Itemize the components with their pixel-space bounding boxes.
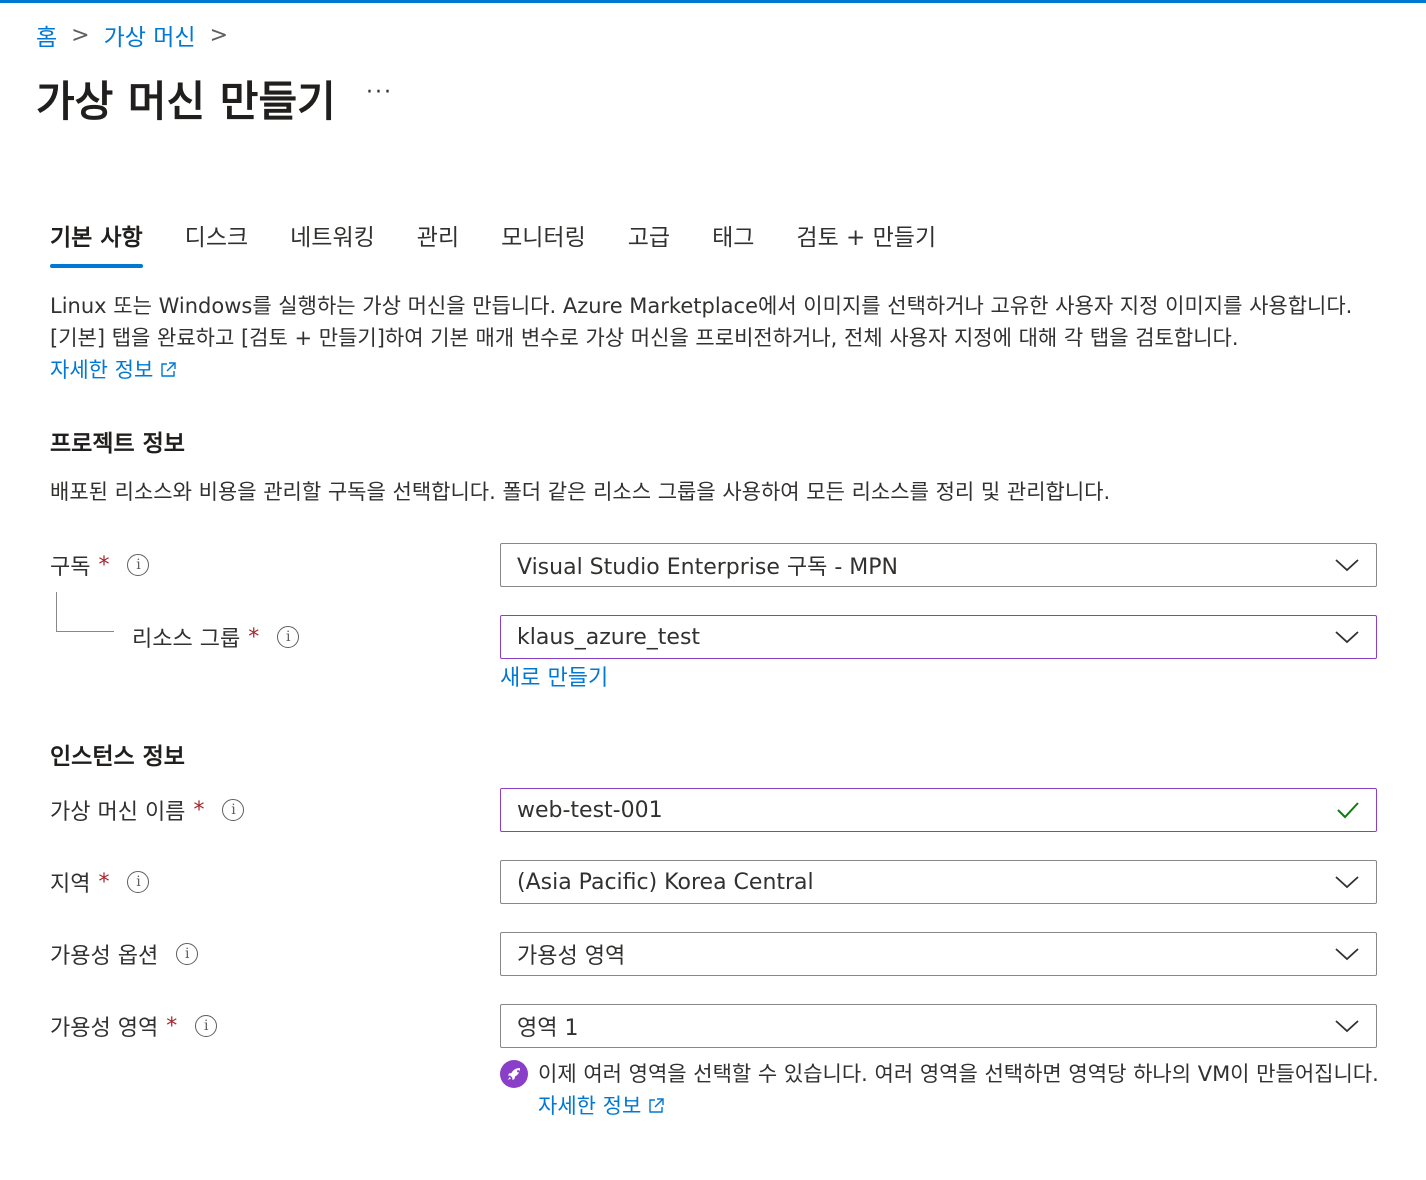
more-options-button[interactable]: ···	[366, 80, 393, 105]
chevron-down-icon	[1335, 631, 1359, 644]
chevron-down-icon	[1335, 948, 1359, 961]
breadcrumb: 홈 > 가상 머신 >	[36, 18, 242, 52]
chevron-right-icon: >	[71, 22, 90, 48]
tab-management[interactable]: 관리	[417, 218, 459, 268]
top-accent-line	[0, 0, 1426, 3]
resource-group-label: 리소스 그룹 * i	[132, 615, 300, 659]
tab-networking[interactable]: 네트워킹	[290, 218, 375, 268]
required-marker: *	[166, 1013, 178, 1039]
subscription-label: 구독 * i	[50, 543, 150, 587]
tab-bar: 기본 사항 디스크 네트워킹 관리 모니터링 고급 태그 검토 + 만들기	[50, 218, 978, 268]
vm-name-input[interactable]: web-test-001	[500, 788, 1377, 832]
checkmark-icon	[1337, 802, 1359, 819]
tab-disks[interactable]: 디스크	[185, 218, 248, 268]
vm-name-label: 가상 머신 이름 * i	[50, 788, 245, 832]
availability-options-dropdown[interactable]: 가용성 영역	[500, 932, 1377, 976]
required-marker: *	[98, 869, 110, 895]
zone-learn-more-label: 자세한 정보	[538, 1094, 642, 1118]
subscription-value: Visual Studio Enterprise 구독 - MPN	[517, 555, 899, 580]
subscription-label-text: 구독	[50, 555, 91, 580]
resource-group-value: klaus_azure_test	[517, 624, 701, 650]
breadcrumb-virtual-machines[interactable]: 가상 머신	[104, 18, 196, 52]
subscription-dropdown[interactable]: Visual Studio Enterprise 구독 - MPN	[500, 543, 1377, 587]
availability-zone-value: 영역 1	[517, 1016, 579, 1041]
zone-info-note: 이제 여러 영역을 선택할 수 있습니다. 여러 영역을 선택하면 영역당 하나…	[500, 1058, 1400, 1122]
tab-basics[interactable]: 기본 사항	[50, 218, 143, 268]
availability-zone-label-text: 가용성 영역	[50, 1016, 159, 1041]
instance-details-heading: 인스턴스 정보	[50, 744, 185, 770]
chevron-right-icon: >	[209, 22, 228, 48]
tab-monitoring[interactable]: 모니터링	[501, 218, 586, 268]
create-new-resource-group-link[interactable]: 새로 만들기	[500, 660, 608, 692]
intro-text: Linux 또는 Windows를 실행하는 가상 머신을 만듭니다. Azur…	[50, 294, 1353, 350]
availability-options-label: 가용성 옵션 i	[50, 932, 199, 976]
rocket-icon	[500, 1060, 528, 1088]
tab-advanced[interactable]: 고급	[628, 218, 670, 268]
page-title: 가상 머신 만들기	[36, 77, 336, 126]
region-dropdown[interactable]: (Asia Pacific) Korea Central	[500, 860, 1377, 904]
vm-name-label-text: 가상 머신 이름	[50, 800, 186, 825]
tab-tags[interactable]: 태그	[712, 218, 754, 268]
chevron-down-icon	[1335, 876, 1359, 889]
external-link-icon	[649, 1098, 664, 1113]
availability-zone-label: 가용성 영역 * i	[50, 1004, 218, 1048]
availability-zone-dropdown[interactable]: 영역 1	[500, 1004, 1377, 1048]
zone-note-message: 이제 여러 영역을 선택할 수 있습니다. 여러 영역을 선택하면 영역당 하나…	[538, 1062, 1379, 1086]
required-marker: *	[98, 552, 110, 578]
tree-connector-vertical	[56, 592, 57, 632]
chevron-down-icon	[1335, 1020, 1359, 1033]
region-value: (Asia Pacific) Korea Central	[517, 869, 814, 895]
required-marker: *	[248, 624, 260, 650]
external-link-icon	[161, 362, 176, 377]
learn-more-label: 자세한 정보	[50, 358, 154, 382]
availability-options-label-text: 가용성 옵션	[50, 944, 159, 969]
info-icon[interactable]: i	[195, 1015, 218, 1037]
tree-connector-horizontal	[56, 631, 114, 632]
learn-more-link[interactable]: 자세한 정보	[50, 358, 177, 382]
zone-learn-more-link[interactable]: 자세한 정보	[538, 1094, 665, 1118]
required-marker: *	[193, 797, 205, 823]
zone-info-note-text: 이제 여러 영역을 선택할 수 있습니다. 여러 영역을 선택하면 영역당 하나…	[538, 1058, 1388, 1122]
chevron-down-icon	[1335, 559, 1359, 572]
region-label-text: 지역	[50, 872, 91, 897]
info-icon[interactable]: i	[222, 799, 245, 821]
info-icon[interactable]: i	[127, 871, 150, 893]
breadcrumb-home[interactable]: 홈	[36, 18, 57, 52]
availability-options-value: 가용성 영역	[517, 944, 626, 969]
intro-description: Linux 또는 Windows를 실행하는 가상 머신을 만듭니다. Azur…	[50, 290, 1370, 386]
resource-group-dropdown[interactable]: klaus_azure_test	[500, 615, 1377, 659]
info-icon[interactable]: i	[176, 943, 199, 965]
project-details-heading: 프로젝트 정보	[50, 431, 185, 457]
region-label: 지역 * i	[50, 860, 150, 904]
vm-name-value: web-test-001	[517, 797, 663, 823]
tab-review-create[interactable]: 검토 + 만들기	[796, 218, 936, 268]
info-icon[interactable]: i	[127, 554, 150, 576]
info-icon[interactable]: i	[277, 626, 300, 648]
resource-group-label-text: 리소스 그룹	[132, 627, 241, 652]
project-details-description: 배포된 리소스와 비용을 관리할 구독을 선택합니다. 폴더 같은 리소스 그룹…	[50, 480, 1111, 504]
